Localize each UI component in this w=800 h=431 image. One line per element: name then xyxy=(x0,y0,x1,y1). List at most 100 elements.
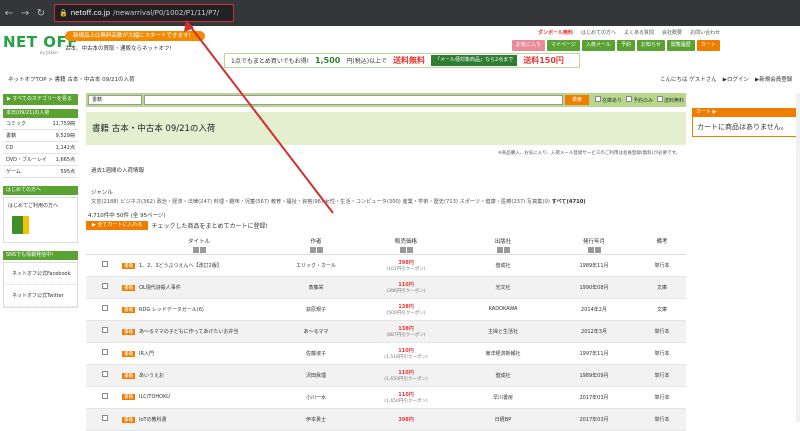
forward-icon[interactable]: → xyxy=(20,8,30,19)
row-title[interactable]: IR入門 xyxy=(139,351,154,357)
nav-reserve[interactable]: 予約 xyxy=(616,40,635,51)
row-author[interactable]: 沢田眞理 xyxy=(276,364,356,387)
filter-free-shipping[interactable]: 送料無料 xyxy=(656,96,684,104)
row-title[interactable]: あ〜るママの子どもに作ってあげたいお弁当 xyxy=(139,329,238,335)
row-date: 1989年09月 xyxy=(550,364,638,387)
sort-publisher[interactable] xyxy=(456,246,550,253)
today-head: 本日(09/21)の入荷 xyxy=(3,109,78,118)
first-box[interactable]: はじめてご利用の方へ xyxy=(3,197,78,243)
twitter-link[interactable]: ネットオフ公式Twitter xyxy=(4,285,77,307)
search-input[interactable] xyxy=(144,95,563,105)
top-link-first[interactable]: はじめての方へ xyxy=(581,29,616,36)
member-note: ※商品購入、お気に入り、入荷メール登録サービスのご利用は会員登録(無料)が必要で… xyxy=(497,151,680,156)
row-date: 2017年03月 xyxy=(550,408,638,431)
genre-all[interactable]: すべて(4710) xyxy=(552,199,586,205)
table-row: 書籍 あ〜るママの子どもに作ってあげたいお弁当 あ〜るママ 138円 (887円引クーポ… xyxy=(86,320,686,343)
results-table: タイトル 作者 販売価格 出版社 発行年月 備考 書籍 1、2、3どうぶつえんへ【… xyxy=(86,236,686,431)
nav-news[interactable]: お知らせ xyxy=(636,40,665,51)
row-title[interactable]: ILC/TOHOKU xyxy=(139,394,170,400)
nav-mypage[interactable]: マイページ xyxy=(547,40,580,51)
row-date: 1997年11月 xyxy=(550,342,638,365)
cart-head[interactable]: カート ▶ xyxy=(692,108,798,117)
row-note: 単行本 xyxy=(638,320,686,343)
add-all-to-cart-button[interactable]: ▶ 全てカートに入れる xyxy=(86,221,149,230)
sidebar-item-count: 1,142点 xyxy=(55,145,75,151)
all-categories-button[interactable]: ▶ すべてのカテゴリーを見る xyxy=(3,94,78,105)
top-link-company[interactable]: 会社概要 xyxy=(662,29,682,36)
row-price-coupon: (500円引クーポン) xyxy=(386,310,426,316)
genre-list[interactable]: 文芸(2188) ビジネス(362) 政治・経済・法律(247) 料理・趣味・児… xyxy=(91,199,550,205)
row-checkbox[interactable] xyxy=(102,349,108,355)
filter-reserve[interactable]: 予約のみ xyxy=(625,96,653,104)
row-checkbox[interactable] xyxy=(102,283,108,289)
nav-history[interactable]: 閲覧履歴 xyxy=(666,40,695,51)
sidebar-item[interactable]: CD 1,142点 xyxy=(3,142,78,154)
first-link[interactable]: はじめてご利用の方へ xyxy=(8,203,58,209)
reload-icon[interactable]: ↻ xyxy=(36,8,46,19)
table-row: 書籍 OL現代詩殺人事件 斎藤栄 110円 (396円引クーポン) 光文社 1990年08月… xyxy=(86,276,686,299)
row-checkbox[interactable] xyxy=(102,327,108,333)
row-note: 単行本 xyxy=(638,254,686,277)
row-checkbox[interactable] xyxy=(102,393,108,399)
row-title[interactable]: あいうえお xyxy=(139,373,164,379)
search-category-select[interactable]: 書籍 xyxy=(88,95,142,105)
sort-price[interactable] xyxy=(356,246,456,253)
row-checkbox[interactable] xyxy=(102,305,108,311)
row-checkbox[interactable] xyxy=(102,371,108,377)
login-link[interactable]: ▶ログイン xyxy=(723,75,749,83)
sidebar-item[interactable]: ゲーム 595点 xyxy=(3,166,78,178)
top-link-contact[interactable]: お問い合わせ xyxy=(690,29,720,36)
sidebar-item-label: DVD・ブルーレイ xyxy=(6,157,48,163)
tagline: 古本、中古本の買取・通販ならネットオフ! xyxy=(65,46,172,52)
row-author[interactable]: あ〜るママ xyxy=(276,320,356,343)
row-author[interactable]: 荻原規子 xyxy=(276,298,356,321)
top-links: ダンボール無料 はじめての方へ よくある質問 会社概要 お問い合わせ xyxy=(538,29,720,36)
row-author[interactable]: 伊本貴士 xyxy=(276,408,356,431)
sort-author[interactable] xyxy=(276,246,356,253)
main-content: 書籍 検索 在庫あり 予約のみ 送料無料 書籍 古本・中古本 09/21の入荷 … xyxy=(86,93,686,431)
sidebar-item[interactable]: コミック 11,759冊 xyxy=(3,118,78,130)
sort-date[interactable] xyxy=(550,246,638,253)
search-button[interactable]: 検索 xyxy=(564,95,589,105)
row-note: 単行本 xyxy=(638,364,686,387)
top-link-faq[interactable]: よくある質問 xyxy=(624,29,654,36)
nav-cart[interactable]: カート xyxy=(696,40,720,51)
row-title[interactable]: OL現代詩殺人事件 xyxy=(139,285,181,291)
back-icon[interactable]: ← xyxy=(4,8,14,19)
row-author[interactable]: 小川一水 xyxy=(276,386,356,409)
top-link-box[interactable]: ダンボール無料 xyxy=(538,29,573,36)
sort-title[interactable] xyxy=(122,246,276,253)
row-badge: 書籍 xyxy=(122,262,135,269)
promo-pill[interactable]: 新規品上は無料品数が大幅にスタートできます! xyxy=(65,31,205,41)
banner-box: 「メール便対象商品」なら2点まで xyxy=(431,55,518,66)
sidebar: ▶ すべてのカテゴリーを見る 本日(09/21)の入荷 コミック 11,759冊 … xyxy=(3,94,78,308)
breadcrumb[interactable]: ネットオフTOP > 書籍 古本・中古本 09/21の入荷 xyxy=(8,75,134,83)
row-badge: 書籍 xyxy=(122,372,135,379)
row-price-coupon: (101円引クーポン) xyxy=(386,266,426,272)
row-title[interactable]: 1、2、3どうぶつえんへ【改訂2版】 xyxy=(139,263,222,269)
sidebar-item[interactable]: DVD・ブルーレイ 1,665点 xyxy=(3,154,78,166)
table-row: 書籍 1、2、3どうぶつえんへ【改訂2版】 エリック・カール 398円 (101円引クー… xyxy=(86,254,686,277)
row-checkbox[interactable] xyxy=(102,261,108,267)
row-title[interactable]: RDG レッドデータガール(6) xyxy=(139,307,204,313)
row-note: 文庫 xyxy=(638,276,686,299)
scrollbar[interactable] xyxy=(796,93,800,422)
row-author[interactable]: 斎藤栄 xyxy=(276,276,356,299)
sidebar-item-label: 書籍 xyxy=(6,133,17,139)
nav-favorites[interactable]: お気に入り xyxy=(512,40,546,51)
register-link[interactable]: ▶新規会員登録 xyxy=(755,75,792,83)
facebook-link[interactable]: ネットオフ公式Facebook xyxy=(4,263,77,285)
row-author[interactable]: エリック・カール xyxy=(276,254,356,277)
browser-toolbar: ← → ↻ 🔒 netoff.co.jp/newarrival/P0/1002/… xyxy=(0,0,800,26)
address-bar[interactable]: 🔒 netoff.co.jp/newarrival/P0/1002/P1/11/… xyxy=(54,4,234,22)
nav-arrival-mail[interactable]: 入荷メール xyxy=(581,40,615,51)
filter-instock[interactable]: 在庫あり xyxy=(594,96,622,104)
row-publisher: 偕成社 xyxy=(456,364,550,387)
greeting: こんにちは ゲストさん ▶ログイン ▶新規会員登録 xyxy=(660,75,792,83)
first-head: はじめての方へ xyxy=(3,186,78,195)
sidebar-item[interactable]: 書籍 9,529冊 xyxy=(3,130,78,142)
row-checkbox[interactable] xyxy=(102,415,108,421)
header-nav: お気に入り マイページ 入荷メール 予約 お知らせ 閲覧履歴 カート xyxy=(512,40,720,51)
shipping-banner[interactable]: 1点でもまとめ買いでもお得! 1,500 円(税込)以上で 送料無料 「メール便… xyxy=(224,53,580,68)
row-author[interactable]: 佐藤淑子 xyxy=(276,342,356,365)
